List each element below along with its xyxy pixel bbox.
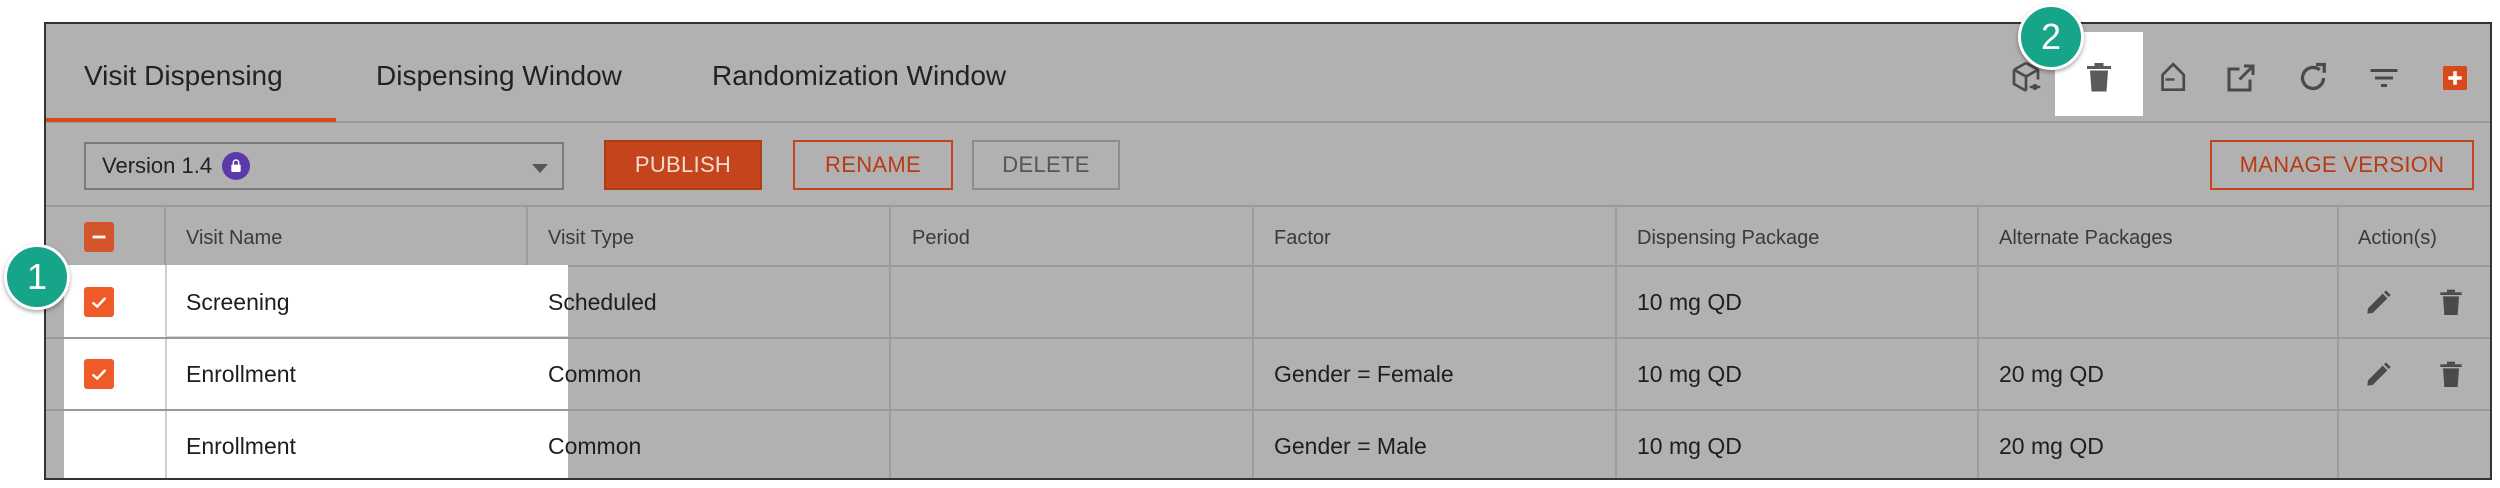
tab-bar: Visit Dispensing Dispensing Window Rando… (46, 24, 2490, 123)
header-visit-name[interactable]: Visit Name (186, 227, 282, 250)
table-row[interactable]: Screening Scheduled 10 mg QD (46, 267, 2490, 339)
cell-dispensing-package: 10 mg QD (1637, 361, 1742, 387)
table-row[interactable]: Enrollment Common Gender = Female 10 mg … (46, 339, 2490, 411)
lock-icon (222, 152, 251, 180)
filter-icon[interactable] (2360, 54, 2408, 102)
tab-randomization-window[interactable]: Randomization Window (712, 60, 1006, 92)
tab-visit-dispensing[interactable]: Visit Dispensing (84, 60, 283, 92)
header-actions: Action(s) (2358, 227, 2437, 249)
trash-icon[interactable] (2433, 357, 2469, 393)
cell-factor: Gender = Female (1274, 361, 1454, 387)
trash-icon[interactable] (2075, 54, 2123, 102)
open-external-icon[interactable] (2217, 54, 2265, 102)
chevron-down-icon (532, 164, 548, 173)
header-dispensing-package[interactable]: Dispensing Package (1637, 227, 1819, 250)
cell-visit-type: Scheduled (548, 289, 657, 315)
row-checkbox[interactable] (84, 359, 114, 389)
callout-badge-2: 2 (2018, 4, 2084, 70)
app-frame: Visit Dispensing Dispensing Window Rando… (44, 22, 2492, 480)
version-toolbar: Version 1.4 PUBLISH RENAME DELETE MANAGE… (46, 125, 2490, 207)
edit-icon[interactable] (2360, 357, 2396, 393)
table-header: Visit Name Visit Type Period Factor Disp… (46, 207, 2490, 267)
cell-dispensing-package: 10 mg QD (1637, 289, 1742, 315)
row-checkbox[interactable] (84, 287, 114, 317)
cell-dispensing-package: 10 mg QD (1637, 433, 1742, 459)
version-select-value: Version 1.4 (102, 153, 213, 178)
active-tab-indicator (46, 118, 336, 122)
cell-alternate-packages: 20 mg QD (1999, 433, 2104, 459)
rename-button[interactable]: RENAME (793, 140, 953, 190)
tag-edit-icon[interactable] (2146, 54, 2194, 102)
header-visit-type[interactable]: Visit Type (548, 227, 634, 250)
manage-version-button[interactable]: MANAGE VERSION (2210, 140, 2474, 190)
version-select[interactable]: Version 1.4 (84, 142, 564, 190)
tab-dispensing-window[interactable]: Dispensing Window (376, 60, 622, 92)
callout-badge-1: 1 (4, 244, 70, 310)
header-factor[interactable]: Factor (1274, 227, 1331, 250)
header-period[interactable]: Period (912, 227, 970, 250)
edit-icon[interactable] (2360, 285, 2396, 321)
trash-icon[interactable] (2433, 285, 2469, 321)
cell-visit-type: Common (548, 361, 642, 387)
publish-button[interactable]: PUBLISH (604, 140, 762, 190)
cell-visit-name: Enrollment (186, 433, 296, 459)
cell-visit-name: Screening (186, 289, 290, 315)
refresh-icon[interactable] (2289, 54, 2337, 102)
cell-factor: Gender = Male (1274, 433, 1427, 459)
table-row[interactable]: Enrollment Common Gender = Male 10 mg QD… (46, 411, 2490, 478)
cell-alternate-packages: 20 mg QD (1999, 361, 2104, 387)
delete-button[interactable]: DELETE (972, 140, 1120, 190)
add-icon[interactable] (2431, 54, 2479, 102)
cell-visit-name: Enrollment (186, 361, 296, 387)
cell-visit-type: Common (548, 433, 642, 459)
select-all-checkbox[interactable] (84, 222, 114, 252)
header-alternate-packages[interactable]: Alternate Packages (1999, 227, 2172, 250)
